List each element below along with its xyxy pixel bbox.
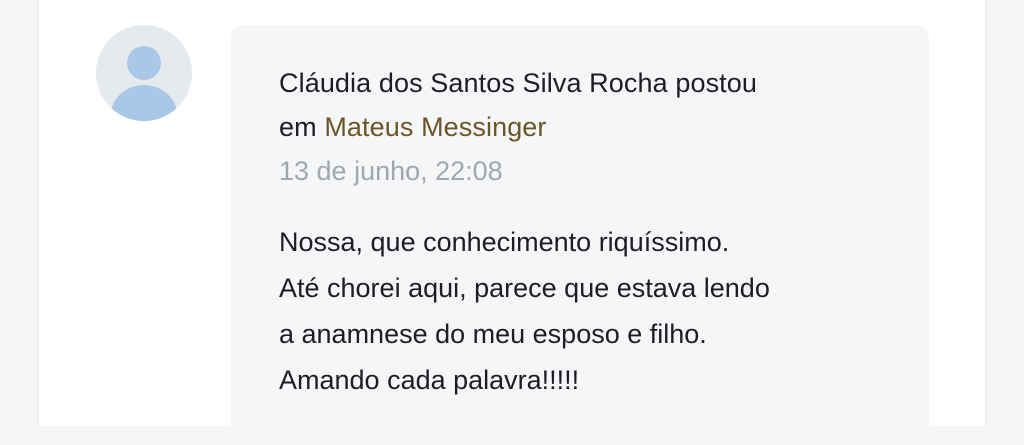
- post-preposition: em: [279, 112, 317, 142]
- author-name[interactable]: Cláudia dos Santos Silva Rocha: [279, 68, 668, 98]
- post-content-line: Amando cada palavra!!!!!: [279, 365, 580, 395]
- post-content-line: Até chorei aqui, parece que estava lendo: [279, 273, 770, 303]
- post-timestamp[interactable]: 13 de junho, 22:08: [279, 153, 883, 189]
- post-header: Cláudia dos Santos Silva Rocha postou em…: [279, 61, 883, 149]
- avatar[interactable]: [96, 25, 192, 121]
- target-profile-link[interactable]: Mateus Messinger: [324, 112, 546, 142]
- post-bubble: Cláudia dos Santos Silva Rocha postou em…: [231, 25, 929, 445]
- post-content-line: a anamnese do meu esposo e filho.: [279, 319, 707, 349]
- post-action: postou: [675, 68, 758, 98]
- activity-feed: Cláudia dos Santos Silva Rocha postou em…: [38, 0, 986, 445]
- post-content-line: Nossa, que conhecimento riquíssimo.: [279, 227, 730, 257]
- post-content: Nossa, que conhecimento riquíssimo. Até …: [279, 219, 883, 403]
- default-user-avatar-icon: [110, 46, 178, 121]
